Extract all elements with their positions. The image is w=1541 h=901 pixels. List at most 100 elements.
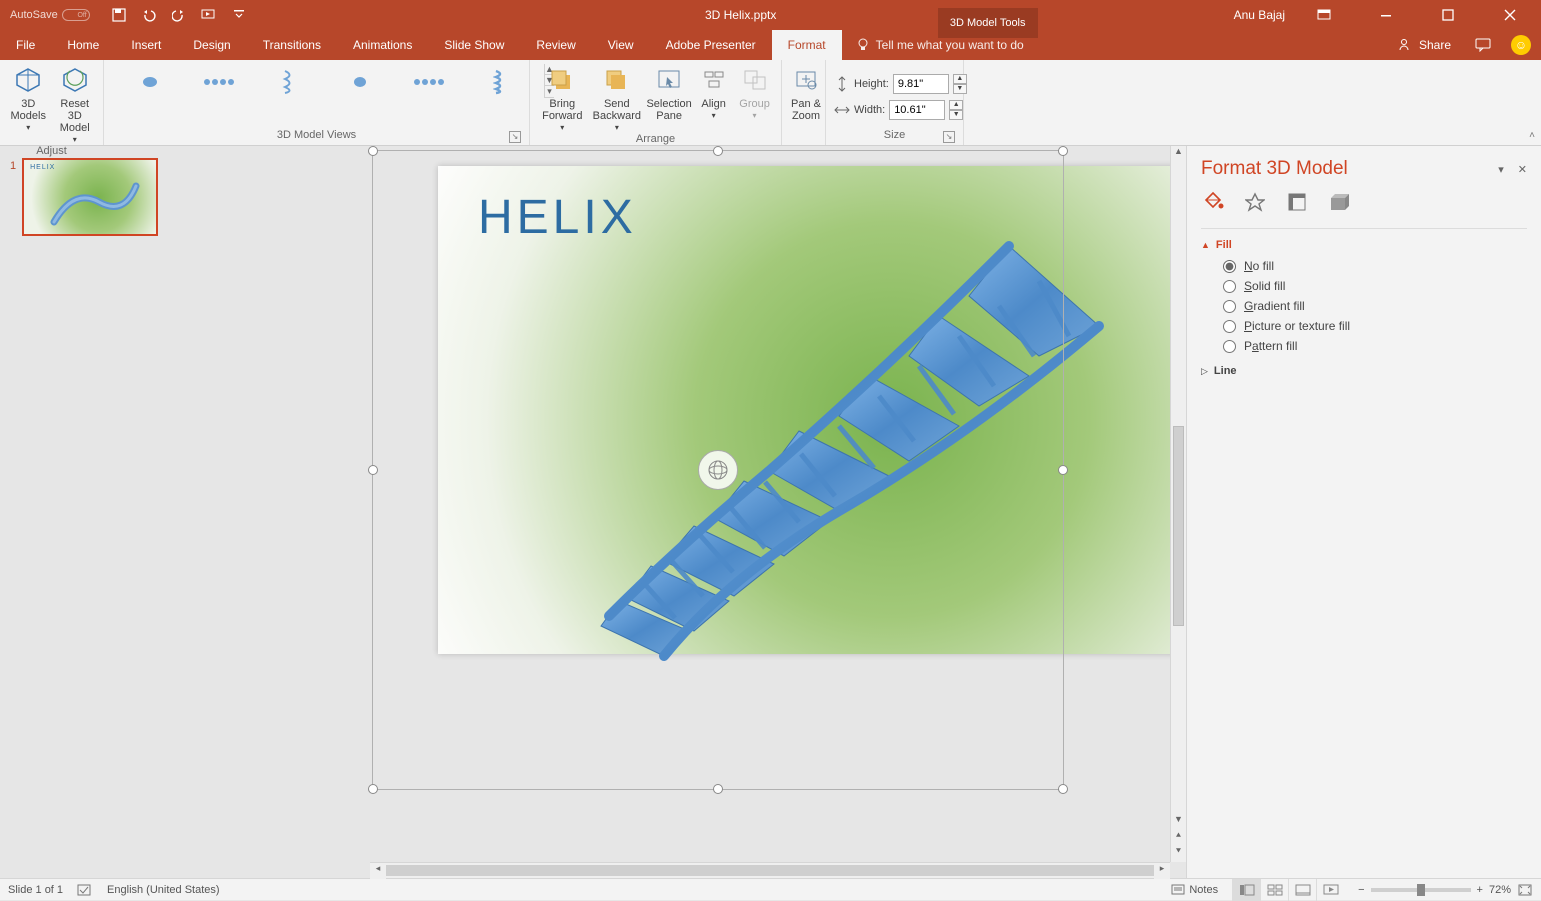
save-icon[interactable]: [110, 6, 128, 24]
account-name[interactable]: Anu Bajaj: [1234, 8, 1285, 22]
redo-icon[interactable]: [170, 6, 188, 24]
view-reading-icon[interactable]: [1288, 879, 1316, 901]
tab-review[interactable]: Review: [520, 30, 591, 60]
resize-handle-ne[interactable]: [1058, 146, 1068, 156]
btn-label: Pan & Zoom: [790, 98, 822, 122]
vertical-scrollbar[interactable]: ▲ ▼ ⯅ ⯆: [1170, 146, 1186, 862]
resize-handle-e[interactable]: [1058, 465, 1068, 475]
window-close-icon[interactable]: [1487, 0, 1533, 30]
align-button[interactable]: Align▾: [697, 64, 730, 121]
fit-to-window-icon[interactable]: [1517, 883, 1533, 897]
tab-file[interactable]: File: [0, 30, 51, 60]
view-preset-2[interactable]: [200, 68, 240, 96]
feedback-smiley-icon[interactable]: ☺: [1501, 30, 1541, 60]
zoom-in-icon[interactable]: +: [1477, 884, 1483, 896]
scroll-left-icon[interactable]: ◂: [370, 863, 386, 879]
radio-solid-fill[interactable]: Solid fill: [1223, 279, 1527, 293]
autosave-toggle[interactable]: AutoSave Off: [10, 9, 90, 21]
resize-handle-n[interactable]: [713, 146, 723, 156]
scroll-down-icon[interactable]: ▼: [1171, 814, 1186, 830]
slide-thumbnail-1[interactable]: HELIX: [22, 158, 158, 236]
radio-picture-texture-fill[interactable]: Picture or texture fill: [1223, 319, 1527, 333]
tab-home[interactable]: Home: [51, 30, 115, 60]
insert-3d-models-button[interactable]: 3D Models▾: [8, 64, 49, 133]
dialog-launcher-icon[interactable]: ↘: [509, 131, 521, 143]
resize-handle-nw[interactable]: [368, 146, 378, 156]
start-from-beginning-icon[interactable]: [200, 6, 218, 24]
view-preset-6[interactable]: [480, 68, 520, 96]
scroll-right-icon[interactable]: ▸: [1154, 863, 1170, 879]
resize-handle-s[interactable]: [713, 784, 723, 794]
tab-view[interactable]: View: [592, 30, 650, 60]
window-minimize-icon[interactable]: [1363, 0, 1409, 30]
reset-3d-model-button[interactable]: Reset 3D Model▾: [55, 64, 96, 145]
selection-pane-button[interactable]: Selection Pane: [647, 64, 691, 122]
view-preset-1[interactable]: [130, 68, 170, 96]
height-input[interactable]: [893, 74, 949, 94]
status-bar: Slide 1 of 1 English (United States) Not…: [0, 878, 1541, 900]
pane-tab-fill-icon[interactable]: [1201, 190, 1225, 214]
next-slide-icon[interactable]: ⯆: [1171, 846, 1186, 862]
view-slideshow-icon[interactable]: [1316, 879, 1344, 901]
share-button[interactable]: Share: [1383, 30, 1465, 60]
undo-icon[interactable]: [140, 6, 158, 24]
pane-close-icon[interactable]: ✕: [1518, 163, 1527, 176]
pane-tab-3d-icon[interactable]: [1327, 190, 1351, 214]
zoom-value[interactable]: 72%: [1489, 884, 1511, 896]
resize-handle-se[interactable]: [1058, 784, 1068, 794]
width-spin-up-icon[interactable]: ▲: [949, 100, 963, 110]
pane-options-icon[interactable]: ▾: [1498, 163, 1504, 176]
radio-pattern-fill[interactable]: Pattern fill: [1223, 339, 1527, 353]
tab-insert[interactable]: Insert: [115, 30, 177, 60]
scrollbar-thumb[interactable]: [386, 865, 1154, 876]
rotate-3d-handle[interactable]: [698, 450, 738, 490]
tell-me-search[interactable]: Tell me what you want to do: [842, 30, 1038, 60]
zoom-out-icon[interactable]: −: [1358, 884, 1364, 896]
view-preset-4[interactable]: [340, 68, 380, 96]
bring-forward-button[interactable]: Bring Forward▾: [538, 64, 587, 133]
comments-icon[interactable]: [1465, 30, 1501, 60]
collapse-ribbon-icon[interactable]: ˄: [1529, 130, 1535, 141]
scroll-up-icon[interactable]: ▲: [1171, 146, 1186, 162]
prev-slide-icon[interactable]: ⯅: [1171, 830, 1186, 846]
tab-design[interactable]: Design: [177, 30, 246, 60]
view-normal-icon[interactable]: [1232, 879, 1260, 901]
width-spin-down-icon[interactable]: ▼: [949, 110, 963, 120]
notes-button[interactable]: Notes: [1171, 884, 1218, 896]
section-fill-header[interactable]: ▲Fill: [1201, 239, 1527, 251]
pan-zoom-button[interactable]: Pan & Zoom: [790, 64, 822, 122]
slide-thumbnails-panel: 1 HELIX: [0, 146, 180, 878]
radio-no-fill[interactable]: NNo fillo fill: [1223, 259, 1527, 273]
selection-bounding-box[interactable]: [372, 150, 1064, 790]
tab-adobe-presenter[interactable]: Adobe Presenter: [650, 30, 772, 60]
zoom-slider-knob[interactable]: [1417, 884, 1425, 896]
view-preset-5[interactable]: [410, 68, 450, 96]
resize-handle-w[interactable]: [368, 465, 378, 475]
pane-tab-size-icon[interactable]: [1285, 190, 1309, 214]
qat-customize-icon[interactable]: [230, 6, 248, 24]
tab-animations[interactable]: Animations: [337, 30, 428, 60]
view-slide-sorter-icon[interactable]: [1260, 879, 1288, 901]
status-slide-indicator[interactable]: Slide 1 of 1: [8, 884, 63, 896]
resize-handle-sw[interactable]: [368, 784, 378, 794]
status-language[interactable]: English (United States): [107, 884, 220, 896]
zoom-slider[interactable]: [1371, 888, 1471, 892]
height-label: Height:: [854, 78, 889, 90]
width-input[interactable]: [889, 100, 945, 120]
section-line-header[interactable]: ▷Line: [1201, 365, 1527, 377]
spell-check-icon[interactable]: [77, 883, 93, 897]
tab-slide-show[interactable]: Slide Show: [428, 30, 520, 60]
view-preset-3[interactable]: [270, 68, 310, 96]
scrollbar-thumb[interactable]: [1173, 426, 1184, 626]
tab-format[interactable]: Format: [772, 30, 842, 60]
ribbon-display-options-icon[interactable]: [1301, 0, 1347, 30]
ribbon-group-adjust: 3D Models▾ Reset 3D Model▾ Adjust: [0, 60, 104, 145]
radio-gradient-fill[interactable]: Gradient fill: [1223, 299, 1527, 313]
pane-tab-effects-icon[interactable]: [1243, 190, 1267, 214]
dialog-launcher-icon[interactable]: ↘: [943, 131, 955, 143]
tab-transitions[interactable]: Transitions: [247, 30, 337, 60]
autosave-switch[interactable]: Off: [62, 9, 90, 21]
send-backward-button[interactable]: Send Backward▾: [593, 64, 642, 133]
window-maximize-icon[interactable]: [1425, 0, 1471, 30]
horizontal-scrollbar[interactable]: ◂ ▸: [370, 862, 1170, 878]
